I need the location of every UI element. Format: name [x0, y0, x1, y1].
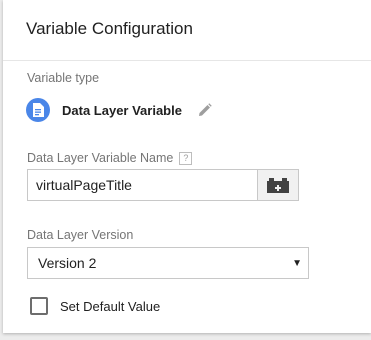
default-value-checkbox[interactable] — [30, 297, 48, 315]
document-icon — [26, 98, 50, 122]
variable-type-label: Variable type — [27, 71, 100, 85]
variable-type-name: Data Layer Variable — [62, 102, 182, 118]
dlv-name-label-row: Data Layer Variable Name ? — [27, 151, 193, 165]
dlv-version-label: Data Layer Version — [27, 228, 134, 242]
card-header: Variable Configuration — [3, 0, 371, 61]
pencil-icon[interactable] — [198, 103, 212, 117]
dlv-name-label: Data Layer Variable Name — [27, 151, 174, 165]
dlv-version-selected: Version 2 — [38, 255, 97, 271]
default-value-row[interactable]: Set Default Value — [30, 297, 160, 315]
dlv-name-input[interactable] — [27, 169, 257, 201]
dropdown-arrow-icon: ▼ — [292, 257, 302, 269]
panel-title: Variable Configuration — [26, 19, 193, 38]
default-value-label: Set Default Value — [60, 298, 161, 314]
dlv-version-select[interactable]: Version 2 ▼ — [27, 247, 309, 279]
help-icon[interactable]: ? — [179, 151, 193, 165]
variable-picker-icon — [267, 178, 289, 193]
variable-configuration-card: Variable Configuration Variable type Dat… — [3, 0, 371, 333]
variable-picker-button[interactable] — [257, 169, 299, 201]
variable-type-row[interactable]: Data Layer Variable — [26, 97, 212, 123]
dlv-name-input-group — [27, 169, 299, 201]
